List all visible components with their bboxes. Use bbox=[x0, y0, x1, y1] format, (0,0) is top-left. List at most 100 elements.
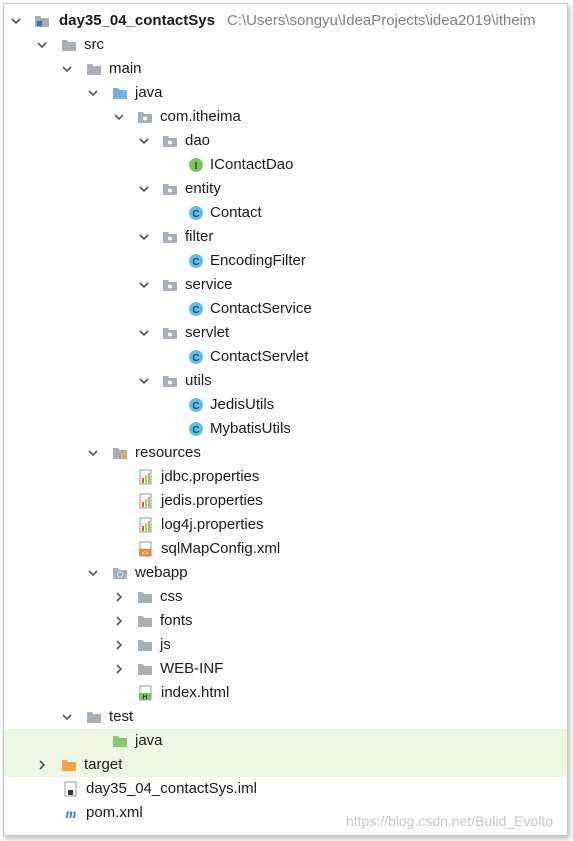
tree-label: main bbox=[109, 60, 142, 77]
tree-row-jedisutils[interactable]: C JedisUtils bbox=[4, 393, 567, 417]
chevron-down-icon[interactable] bbox=[136, 129, 152, 153]
chevron-down-icon[interactable] bbox=[59, 705, 75, 729]
tree-row-service[interactable]: service bbox=[4, 273, 567, 297]
interface-icon: I bbox=[188, 157, 204, 173]
chevron-down-icon[interactable] bbox=[136, 177, 152, 201]
tree-row-project-root[interactable]: day35_04_contactSys C:\Users\songyu\Idea… bbox=[4, 9, 567, 33]
chevron-right-icon[interactable] bbox=[111, 633, 127, 657]
class-icon: C bbox=[188, 253, 204, 269]
tree-row-test-java[interactable]: java bbox=[4, 729, 567, 753]
folder-icon bbox=[86, 709, 102, 725]
folder-icon bbox=[137, 589, 153, 605]
test-source-folder-icon bbox=[112, 733, 128, 749]
tree-row-fonts[interactable]: fonts bbox=[4, 609, 567, 633]
svg-text:m: m bbox=[66, 807, 77, 821]
tree-row-dao[interactable]: dao bbox=[4, 129, 567, 153]
chevron-right-icon[interactable] bbox=[34, 753, 50, 777]
tree-row-js[interactable]: js bbox=[4, 633, 567, 657]
tree-row-filter[interactable]: filter bbox=[4, 225, 567, 249]
tree-label: css bbox=[160, 588, 183, 605]
class-icon: C bbox=[188, 397, 204, 413]
tree-row-encodingfilter[interactable]: C EncodingFilter bbox=[4, 249, 567, 273]
tree-label: fonts bbox=[160, 612, 193, 629]
package-icon bbox=[162, 181, 178, 197]
tree-row-test[interactable]: test bbox=[4, 705, 567, 729]
tree-row-entity[interactable]: entity bbox=[4, 177, 567, 201]
tree-label: src bbox=[84, 36, 104, 53]
tree-row-sqlmapconfig[interactable]: <> sqlMapConfig.xml bbox=[4, 537, 567, 561]
project-tool-window: day35_04_contactSys C:\Users\songyu\Idea… bbox=[3, 3, 568, 836]
tree-row-com-itheima[interactable]: com.itheima bbox=[4, 105, 567, 129]
tree-label: dao bbox=[185, 132, 211, 149]
chevron-right-icon[interactable] bbox=[111, 585, 127, 609]
tree-row-iml[interactable]: day35_04_contactSys.iml bbox=[4, 777, 567, 801]
tree-label: resources bbox=[135, 444, 201, 461]
tree-row-jdbc-properties[interactable]: jdbc.properties bbox=[4, 465, 567, 489]
tree-row-mybatisutils[interactable]: C MybatisUtils bbox=[4, 417, 567, 441]
tree-label: target bbox=[84, 756, 123, 773]
tree-row-target[interactable]: target bbox=[4, 753, 567, 777]
tree-label: ContactService bbox=[210, 300, 312, 317]
iml-file-icon bbox=[63, 781, 79, 797]
tree-label: java bbox=[135, 84, 163, 101]
chevron-down-icon[interactable] bbox=[136, 321, 152, 345]
chevron-down-icon[interactable] bbox=[136, 225, 152, 249]
tree-label: ContactServlet bbox=[210, 348, 309, 365]
tree-row-log4j-properties[interactable]: log4j.properties bbox=[4, 513, 567, 537]
class-icon: C bbox=[188, 421, 204, 437]
chevron-right-icon[interactable] bbox=[111, 609, 127, 633]
tree-row-servlet[interactable]: servlet bbox=[4, 321, 567, 345]
tree-row-contactservlet[interactable]: C ContactServlet bbox=[4, 345, 567, 369]
folder-icon bbox=[61, 37, 77, 53]
maven-icon: m bbox=[63, 805, 79, 821]
folder-icon bbox=[137, 637, 153, 653]
tree-label: filter bbox=[185, 228, 214, 245]
chevron-down-icon[interactable] bbox=[59, 57, 75, 81]
tree-label: sqlMapConfig.xml bbox=[161, 540, 281, 557]
xml-file-icon: <> bbox=[138, 541, 154, 557]
tree-label: jdbc.properties bbox=[161, 468, 260, 485]
chevron-down-icon[interactable] bbox=[136, 369, 152, 393]
tree-label: jedis.properties bbox=[161, 492, 263, 509]
svg-text:H: H bbox=[143, 694, 148, 701]
tree-row-utils[interactable]: utils bbox=[4, 369, 567, 393]
tree-row-main[interactable]: main bbox=[4, 57, 567, 81]
folder-icon bbox=[137, 613, 153, 629]
tree-row-icontactdao[interactable]: I IContactDao bbox=[4, 153, 567, 177]
tree-row-contactservice[interactable]: C ContactService bbox=[4, 297, 567, 321]
tree-row-index-html[interactable]: H index.html bbox=[4, 681, 567, 705]
tree-label: servlet bbox=[185, 324, 230, 341]
class-icon: C bbox=[188, 205, 204, 221]
tree-row-webapp[interactable]: webapp bbox=[4, 561, 567, 585]
tree-row-src[interactable]: src bbox=[4, 33, 567, 57]
chevron-down-icon[interactable] bbox=[85, 561, 101, 585]
properties-file-icon bbox=[138, 469, 154, 485]
tree-label: MybatisUtils bbox=[210, 420, 291, 437]
tree-row-css[interactable]: css bbox=[4, 585, 567, 609]
package-icon bbox=[137, 109, 153, 125]
tree-row-java[interactable]: java bbox=[4, 81, 567, 105]
package-icon bbox=[162, 277, 178, 293]
project-tree: day35_04_contactSys C:\Users\songyu\Idea… bbox=[4, 9, 567, 825]
tree-row-resources[interactable]: resources bbox=[4, 441, 567, 465]
folder-icon bbox=[86, 61, 102, 77]
tree-row-jedis-properties[interactable]: jedis.properties bbox=[4, 489, 567, 513]
tree-label: log4j.properties bbox=[161, 516, 264, 533]
chevron-down-icon[interactable] bbox=[111, 105, 127, 129]
chevron-down-icon[interactable] bbox=[85, 81, 101, 105]
tree-label: WEB-INF bbox=[160, 660, 224, 677]
tree-label: Contact bbox=[210, 204, 262, 221]
chevron-down-icon[interactable] bbox=[85, 441, 101, 465]
chevron-down-icon[interactable] bbox=[34, 33, 50, 57]
tree-label: day35_04_contactSys.iml bbox=[86, 780, 257, 797]
chevron-right-icon[interactable] bbox=[111, 657, 127, 681]
chevron-down-icon[interactable] bbox=[136, 273, 152, 297]
resources-folder-icon bbox=[112, 445, 128, 461]
tree-label: js bbox=[160, 636, 171, 653]
tree-row-web-inf[interactable]: WEB-INF bbox=[4, 657, 567, 681]
chevron-down-icon[interactable] bbox=[8, 9, 24, 33]
tree-row-contact[interactable]: C Contact bbox=[4, 201, 567, 225]
tree-label: utils bbox=[185, 372, 212, 389]
tree-label: test bbox=[109, 708, 134, 725]
svg-text:C: C bbox=[192, 425, 199, 436]
